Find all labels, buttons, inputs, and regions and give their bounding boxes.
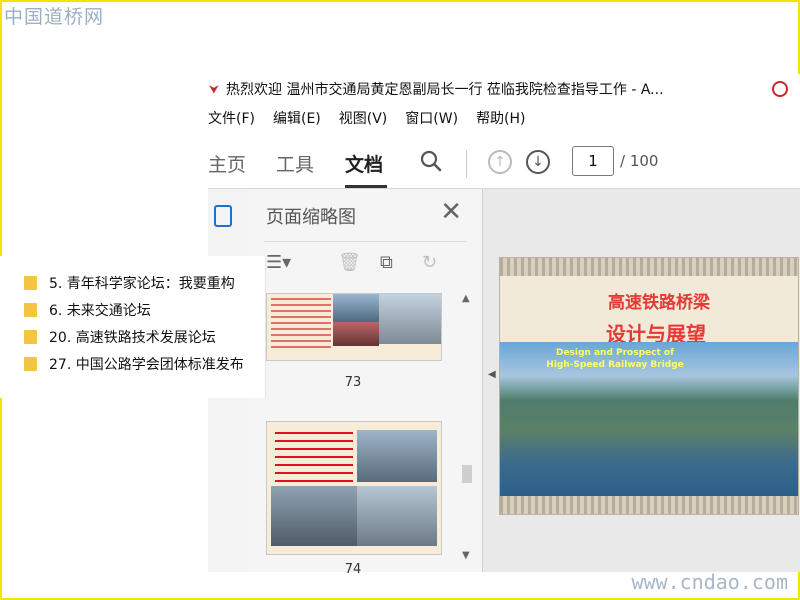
thumbnail-photo [357,486,437,546]
tab-home[interactable]: 主页 [208,150,246,177]
thumbnail-page-number: 74 [344,562,362,577]
extract-page-icon[interactable]: ⧉ [380,252,393,273]
bookmark-item[interactable]: 27. 中国公路学会团体标准发布 [24,351,244,377]
delete-page-icon[interactable]: 🗑 [338,252,361,273]
bookmark-label: 5. 青年科学家论坛：我要重构 [49,276,235,292]
page-thumbnails-panel: 页面缩略图 ✕ ☰▾ 🗑 ⧉ ↻ 73 74 ▲ ▼ [248,189,483,577]
close-icon[interactable]: ✕ [440,199,462,225]
slide-title: 高速铁路桥梁 [608,293,710,313]
previous-page-icon[interactable]: ↑ [488,150,512,174]
page-thumbnail[interactable] [266,293,442,361]
page-total: / 100 [620,152,659,170]
titlebar: ⮟ 热烈欢迎 温州市交通局黄定恩副局长一行 莅临我院检查指导工作 - A... [208,74,800,104]
thumbnail-photo [271,486,357,546]
watermark-top: 中国道桥网 [4,6,105,28]
menu-help[interactable]: 帮助(H) [476,106,535,132]
folder-icon [24,330,37,344]
window-title: 热烈欢迎 温州市交通局黄定恩副局长一行 莅临我院检查指导工作 - A... [226,82,664,98]
thumbnail-page-number: 73 [344,375,362,390]
page-number-input[interactable]: 1 [572,146,614,176]
next-page-icon[interactable]: ↓ [526,150,550,174]
slide-decor-band [500,496,798,514]
menu-edit[interactable]: 编辑(E) [273,106,331,132]
panel-toolbar: ☰▾ 🗑 ⧉ ↻ [264,241,466,282]
panel-title: 页面缩略图 [266,207,356,228]
page-thumbnail[interactable] [266,421,442,555]
folder-icon [24,303,37,317]
thumbnail-text-lines [271,298,331,348]
thumbnail-options-icon[interactable]: ☰▾ [266,252,291,273]
toolbar-divider [466,150,467,178]
rotate-page-icon[interactable]: ↻ [422,252,437,273]
page-slide: 高速铁路桥梁 设计与展望 Design and Prospect of High… [499,257,799,515]
pdf-icon: ⮟ [208,82,220,96]
menu-bar: 文件(F) 编辑(E) 视图(V) 窗口(W) 帮助(H) [208,106,544,132]
app-badge-icon [772,81,788,97]
bookmark-item[interactable]: 20. 高速铁路技术发展论坛 [24,324,216,350]
search-icon[interactable] [420,150,442,172]
active-tab-indicator [345,185,387,188]
document-view[interactable]: ◀ 高速铁路桥梁 设计与展望 Design and Prospect of Hi… [483,189,800,572]
folder-icon [24,276,37,290]
slide-english-title-2: High-Speed Railway Bridge [546,360,684,370]
bookmarks-popup: 5. 青年科学家论坛：我要重构 6. 未来交通论坛 20. 高速铁路技术发展论坛… [0,256,266,398]
thumbnail-text-lines [275,432,353,488]
menu-file[interactable]: 文件(F) [208,106,265,132]
thumbnail-photo [333,294,379,322]
bookmark-label: 20. 高速铁路技术发展论坛 [49,330,216,346]
menu-view[interactable]: 视图(V) [339,106,398,132]
thumbnail-photo [357,430,437,482]
thumbnail-photo [333,322,379,346]
tab-tools[interactable]: 工具 [276,150,314,177]
bookmark-item[interactable]: 6. 未来交通论坛 [24,297,151,323]
scroll-up-icon[interactable]: ▲ [462,293,470,304]
bookmark-item[interactable]: 5. 青年科学家论坛：我要重构 [24,270,235,296]
menu-window[interactable]: 窗口(W) [405,106,468,132]
watermark-bottom: www.cndao.com [631,570,788,594]
folder-icon [24,357,37,371]
scroll-down-icon[interactable]: ▼ [462,550,470,561]
toolbar: 主页 工具 文档 ↑ ↓ 1 / 100 [208,142,800,189]
slide-decor-band [500,258,798,276]
scrollbar-thumb[interactable] [462,465,472,483]
thumbnail-photo [379,294,441,344]
pdf-reader-window: ⮟ 热烈欢迎 温州市交通局黄定恩副局长一行 莅临我院检查指导工作 - A... … [208,74,800,577]
collapse-panel-icon[interactable]: ◀ [488,369,496,380]
thumbnail-scrollbar[interactable]: ▲ ▼ [462,293,472,561]
bookmark-label: 27. 中国公路学会团体标准发布 [49,357,244,373]
tab-document[interactable]: 文档 [345,150,383,177]
bookmark-label: 6. 未来交通论坛 [49,303,151,319]
page-thumbnails-icon[interactable] [214,205,232,227]
slide-english-title-1: Design and Prospect of [555,348,675,358]
